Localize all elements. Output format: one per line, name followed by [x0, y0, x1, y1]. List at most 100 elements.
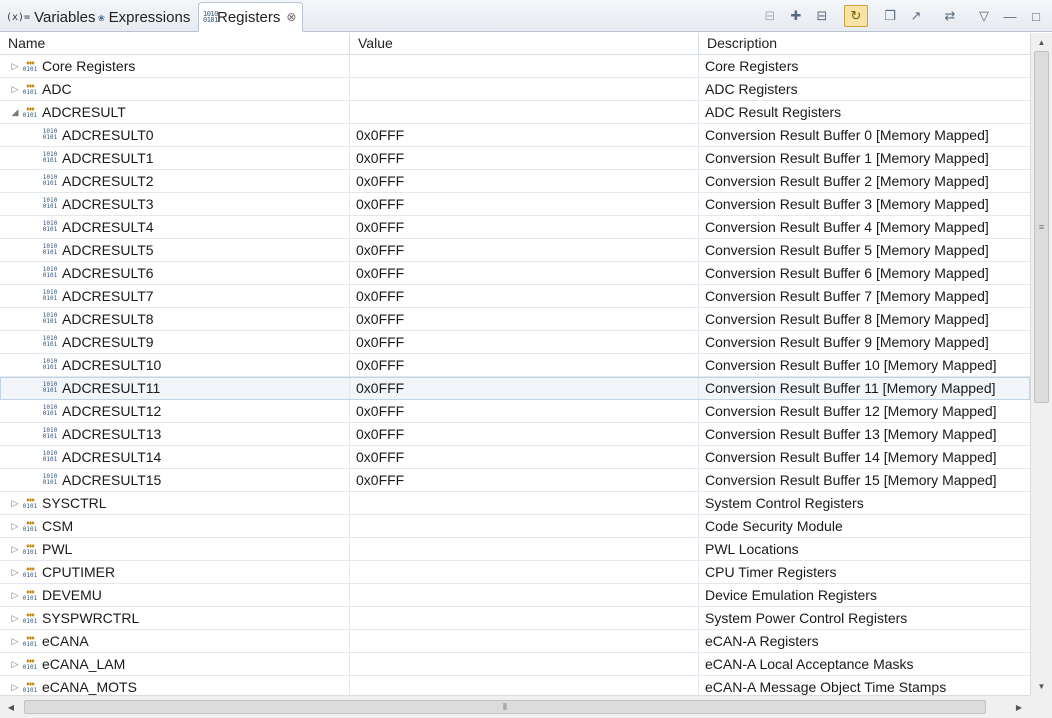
- table-row[interactable]: ▷ ♦♦♦ 0101 CSM Code Security Module: [0, 515, 1030, 538]
- horizontal-scrollbar[interactable]: ◀ ⦀ ▶: [0, 695, 1030, 718]
- name-cell[interactable]: 1010 0101 ADCRESULT12: [0, 400, 350, 422]
- name-cell[interactable]: 1010 0101 ADCRESULT5: [0, 239, 350, 261]
- name-cell[interactable]: 1010 0101 ADCRESULT3: [0, 193, 350, 215]
- maximize-icon[interactable]: □: [1024, 5, 1048, 27]
- table-row[interactable]: 1010 0101 ADCRESULT14 0x0FFF Conversion Resu…: [0, 446, 1030, 469]
- table-row[interactable]: 1010 0101 ADCRESULT12 0x0FFF Conversion Resu…: [0, 400, 1030, 423]
- register-value[interactable]: 0x0FFF: [350, 308, 699, 330]
- tab-expressions[interactable]: ❀ Expressions: [94, 3, 196, 32]
- scroll-up-icon[interactable]: ▲: [1031, 33, 1052, 51]
- name-cell[interactable]: ▷ ♦♦♦ 0101 DEVEMU: [0, 584, 350, 606]
- table-row[interactable]: ▷ ♦♦♦ 0101 SYSCTRL System Control Registers: [0, 492, 1030, 515]
- register-value[interactable]: 0x0FFF: [350, 469, 699, 491]
- table-row[interactable]: 1010 0101 ADCRESULT5 0x0FFF Conversion Resul…: [0, 239, 1030, 262]
- name-cell[interactable]: ▷ ♦♦♦ 0101 PWL: [0, 538, 350, 560]
- register-value[interactable]: 0x0FFF: [350, 331, 699, 353]
- name-cell[interactable]: ▷ ♦♦♦ 0101 CPUTIMER: [0, 561, 350, 583]
- table-row[interactable]: 1010 0101 ADCRESULT0 0x0FFF Conversion Resul…: [0, 124, 1030, 147]
- name-cell[interactable]: 1010 0101 ADCRESULT14: [0, 446, 350, 468]
- name-cell[interactable]: 1010 0101 ADCRESULT2: [0, 170, 350, 192]
- table-row[interactable]: ▷ ♦♦♦ 0101 eCANA_MOTS eCAN-A Message Object …: [0, 676, 1030, 695]
- table-row[interactable]: 1010 0101 ADCRESULT10 0x0FFF Conversion Resu…: [0, 354, 1030, 377]
- expand-arrow-icon[interactable]: ▷: [8, 78, 22, 100]
- vertical-scroll-thumb[interactable]: ≡: [1034, 51, 1049, 403]
- name-cell[interactable]: 1010 0101 ADCRESULT13: [0, 423, 350, 445]
- table-row[interactable]: 1010 0101 ADCRESULT9 0x0FFF Conversion Resul…: [0, 331, 1030, 354]
- view-menu-icon[interactable]: ▽: [972, 5, 996, 27]
- enable-polling-icon[interactable]: ↻: [844, 5, 868, 27]
- vertical-scrollbar[interactable]: ▲ ≡ ▼: [1030, 33, 1052, 695]
- table-row[interactable]: 1010 0101 ADCRESULT2 0x0FFF Conversion Resul…: [0, 170, 1030, 193]
- name-cell[interactable]: ▷ ♦♦♦ 0101 ADC: [0, 78, 350, 100]
- name-cell[interactable]: ▷ ♦♦♦ 0101 eCANA_LAM: [0, 653, 350, 675]
- table-row[interactable]: ▷ ♦♦♦ 0101 CPUTIMER CPU Timer Registers: [0, 561, 1030, 584]
- expand-arrow-icon[interactable]: ▷: [8, 561, 22, 583]
- tab-variables[interactable]: (x)= Variables: [2, 3, 102, 32]
- minimize-icon[interactable]: —: [998, 5, 1022, 27]
- expand-arrow-icon[interactable]: ▷: [8, 584, 22, 606]
- name-cell[interactable]: ▷ ♦♦♦ 0101 CSM: [0, 515, 350, 537]
- name-cell[interactable]: 1010 0101 ADCRESULT8: [0, 308, 350, 330]
- register-value[interactable]: 0x0FFF: [350, 285, 699, 307]
- tab-registers[interactable]: 1010 0101 Registers ⊗: [198, 2, 304, 32]
- table-row[interactable]: 1010 0101 ADCRESULT15 0x0FFF Conversion Resu…: [0, 469, 1030, 492]
- name-cell[interactable]: ▷ ♦♦♦ 0101 eCANA: [0, 630, 350, 652]
- name-cell[interactable]: 1010 0101 ADCRESULT4: [0, 216, 350, 238]
- register-value[interactable]: 0x0FFF: [350, 216, 699, 238]
- expand-arrow-icon[interactable]: ▷: [8, 538, 22, 560]
- table-row[interactable]: ▷ ♦♦♦ 0101 eCANA eCAN-A Registers: [0, 630, 1030, 653]
- name-cell[interactable]: 1010 0101 ADCRESULT7: [0, 285, 350, 307]
- register-value[interactable]: 0x0FFF: [350, 239, 699, 261]
- table-row[interactable]: 1010 0101 ADCRESULT3 0x0FFF Conversion Resul…: [0, 193, 1030, 216]
- scroll-down-icon[interactable]: ▼: [1031, 677, 1052, 695]
- horizontal-scroll-thumb[interactable]: ⦀: [24, 700, 986, 714]
- expand-arrow-icon[interactable]: ▷: [8, 676, 22, 695]
- name-cell[interactable]: ▷ ♦♦♦ 0101 Core Registers: [0, 55, 350, 77]
- register-value[interactable]: 0x0FFF: [350, 377, 699, 399]
- register-value[interactable]: 0x0FFF: [350, 262, 699, 284]
- collapse-all-icon[interactable]: ⊟: [758, 5, 782, 27]
- name-cell[interactable]: 1010 0101 ADCRESULT0: [0, 124, 350, 146]
- table-row[interactable]: 1010 0101 ADCRESULT4 0x0FFF Conversion Resul…: [0, 216, 1030, 239]
- table-row[interactable]: 1010 0101 ADCRESULT8 0x0FFF Conversion Resul…: [0, 308, 1030, 331]
- register-value[interactable]: 0x0FFF: [350, 423, 699, 445]
- table-row[interactable]: ▷ ♦♦♦ 0101 PWL PWL Locations: [0, 538, 1030, 561]
- table-row[interactable]: 1010 0101 ADCRESULT13 0x0FFF Conversion Resu…: [0, 423, 1030, 446]
- expand-arrow-icon[interactable]: ▷: [8, 515, 22, 537]
- name-cell[interactable]: ▷ ♦♦♦ 0101 SYSCTRL: [0, 492, 350, 514]
- refresh-icon[interactable]: ⇄: [938, 5, 962, 27]
- table-row[interactable]: ▷ ♦♦♦ 0101 ADC ADC Registers: [0, 78, 1030, 101]
- remove-icon[interactable]: ⊟: [810, 5, 834, 27]
- name-cell[interactable]: 1010 0101 ADCRESULT9: [0, 331, 350, 353]
- expand-arrow-icon[interactable]: ▷: [8, 492, 22, 514]
- collapse-arrow-icon[interactable]: ◢: [8, 101, 22, 123]
- scroll-left-icon[interactable]: ◀: [2, 696, 20, 718]
- register-value[interactable]: 0x0FFF: [350, 446, 699, 468]
- name-cell[interactable]: ▷ ♦♦♦ 0101 SYSPWRCTRL: [0, 607, 350, 629]
- table-row[interactable]: ▷ ♦♦♦ 0101 eCANA_LAM eCAN-A Local Acceptance…: [0, 653, 1030, 676]
- column-header-description[interactable]: Description: [699, 33, 1030, 55]
- table-row[interactable]: 1010 0101 ADCRESULT7 0x0FFF Conversion Resul…: [0, 285, 1030, 308]
- register-value[interactable]: 0x0FFF: [350, 193, 699, 215]
- table-row[interactable]: 1010 0101 ADCRESULT6 0x0FFF Conversion Resul…: [0, 262, 1030, 285]
- new-expression-icon[interactable]: ❐: [878, 5, 902, 27]
- expand-arrow-icon[interactable]: ▷: [8, 55, 22, 77]
- register-value[interactable]: 0x0FFF: [350, 170, 699, 192]
- table-row[interactable]: ▷ ♦♦♦ 0101 DEVEMU Device Emulation Registers: [0, 584, 1030, 607]
- register-value[interactable]: 0x0FFF: [350, 124, 699, 146]
- name-cell[interactable]: 1010 0101 ADCRESULT1: [0, 147, 350, 169]
- name-cell[interactable]: 1010 0101 ADCRESULT10: [0, 354, 350, 376]
- expand-arrow-icon[interactable]: ▷: [8, 630, 22, 652]
- new-register-group-icon[interactable]: ✚: [784, 5, 808, 27]
- expand-arrow-icon[interactable]: ▷: [8, 607, 22, 629]
- expand-arrow-icon[interactable]: ▷: [8, 653, 22, 675]
- table-row[interactable]: 1010 0101 ADCRESULT1 0x0FFF Conversion Resul…: [0, 147, 1030, 170]
- name-cell[interactable]: ▷ ♦♦♦ 0101 eCANA_MOTS: [0, 676, 350, 695]
- column-header-name[interactable]: Name: [0, 33, 350, 55]
- register-value[interactable]: 0x0FFF: [350, 400, 699, 422]
- close-tab-icon[interactable]: ⊗: [286, 10, 296, 24]
- table-row[interactable]: ▷ ♦♦♦ 0101 SYSPWRCTRL System Power Control R…: [0, 607, 1030, 630]
- register-value[interactable]: 0x0FFF: [350, 147, 699, 169]
- name-cell[interactable]: ◢ ♦♦♦ 0101 ADCRESULT: [0, 101, 350, 123]
- scroll-right-icon[interactable]: ▶: [1010, 696, 1028, 718]
